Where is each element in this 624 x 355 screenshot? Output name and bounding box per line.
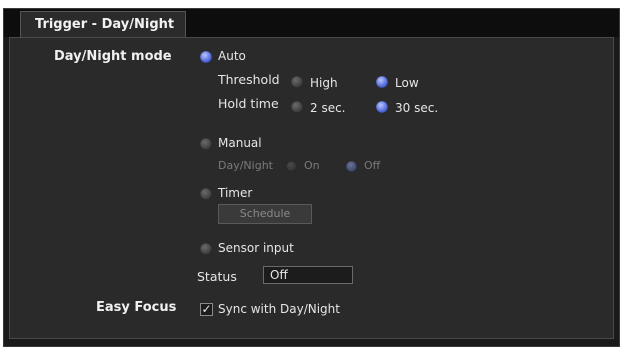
settings-frame: Trigger - Day/Night Day/Night mode Auto … [3,8,620,347]
sync-label: Sync with Day/Night [218,302,340,316]
status-label: Status [197,269,237,284]
hold-time-label: Hold time [218,96,279,111]
manual-off-label: Off [364,159,381,172]
manual-on-radio[interactable] [286,161,297,172]
manual-on-label: On [304,159,320,172]
manual-day-night-label: Day/Night [218,159,273,172]
schedule-button[interactable]: Schedule [218,204,312,224]
timer-radio[interactable] [200,188,212,200]
manual-radio[interactable] [200,138,212,150]
threshold-label: Threshold [218,72,280,87]
day-night-mode-label: Day/Night mode [54,49,172,64]
threshold-low-radio[interactable] [376,76,388,88]
sync-checkbox[interactable]: ✓ [200,303,213,316]
hold-time-30sec-radio[interactable] [376,101,388,113]
manual-label: Manual [218,136,262,150]
threshold-high-radio[interactable] [291,76,303,88]
status-field: Off [263,266,353,284]
hold-time-2sec-label: 2 sec. [310,101,346,115]
threshold-high-label: High [310,76,338,90]
threshold-low-label: Low [395,76,419,90]
sensor-input-radio[interactable] [200,243,212,255]
auto-radio[interactable] [200,51,212,63]
sensor-input-label: Sensor input [218,241,294,255]
manual-off-radio[interactable] [346,161,357,172]
easy-focus-label: Easy Focus [96,300,177,315]
hold-time-2sec-radio[interactable] [291,101,303,113]
timer-label: Timer [218,186,253,200]
tab-trigger-day-night[interactable]: Trigger - Day/Night [20,11,186,37]
settings-panel: Day/Night mode Auto Threshold High Low H… [9,37,614,339]
hold-time-30sec-label: 30 sec. [395,101,439,115]
auto-label: Auto [218,49,246,63]
